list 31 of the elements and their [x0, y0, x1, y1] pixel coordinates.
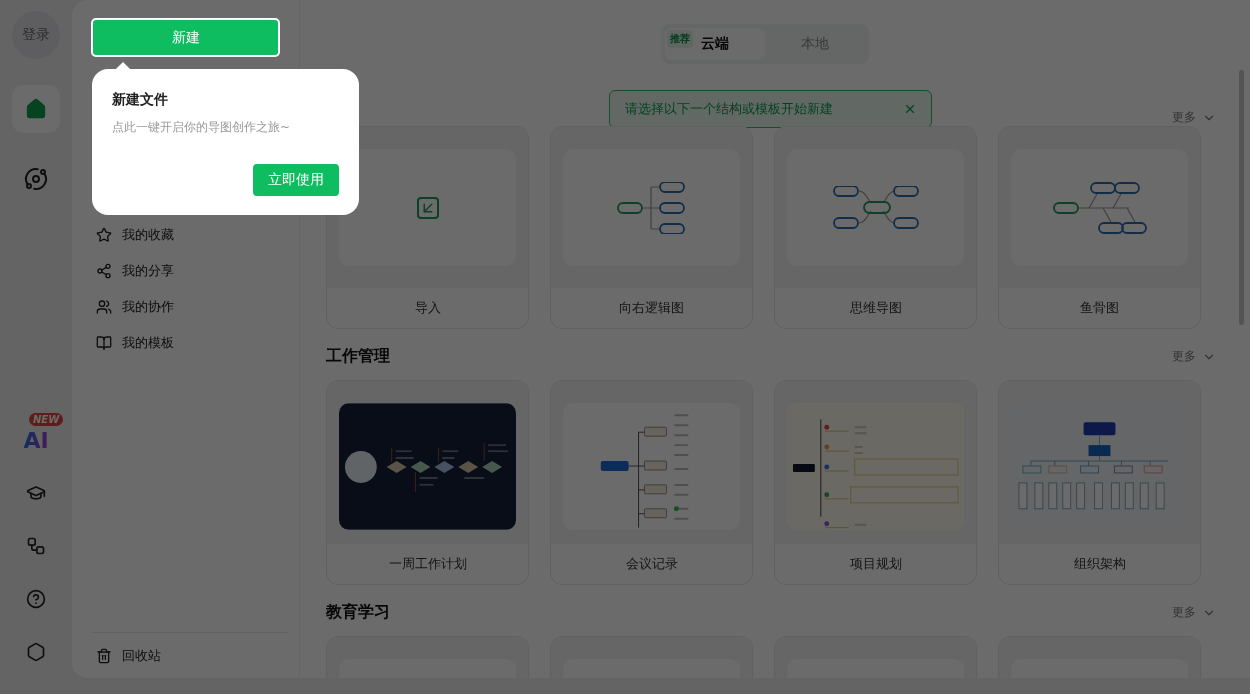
- sidebar-item[interactable]: 我的分享: [122, 262, 174, 280]
- card-label: 项目规划: [848, 555, 903, 573]
- template-card[interactable]: 向右逻辑图: [550, 126, 753, 329]
- recommend-badge: 推荐: [667, 30, 693, 48]
- card-label: 思维导图: [848, 299, 903, 317]
- sidebar-item[interactable]: 我的模板: [122, 334, 174, 352]
- section-title: 教育学习: [326, 602, 390, 623]
- storage-tab[interactable]: 推荐 云端: [665, 28, 765, 60]
- sidebar-item[interactable]: 我的收藏: [122, 226, 174, 244]
- card-label: 会议记录: [624, 555, 679, 573]
- template-card[interactable]: 项目规划: [774, 380, 977, 585]
- template-card[interactable]: 导入: [326, 126, 529, 329]
- template-card[interactable]: 组织架构: [998, 380, 1201, 585]
- new-button[interactable]: 新建: [91, 18, 280, 57]
- section-title: 工作管理: [326, 346, 390, 367]
- use-now-button[interactable]: 立即使用: [253, 164, 339, 196]
- more-dropdown[interactable]: 更多: [1172, 109, 1216, 128]
- template-card[interactable]: 鱼骨图: [998, 126, 1201, 329]
- card-label: 向右逻辑图: [618, 299, 685, 317]
- template-card[interactable]: 思维导图: [774, 126, 977, 329]
- popover-text: 点此一键开启你的导图创作之旅~: [112, 119, 292, 136]
- sidebar-item[interactable]: 我的协作: [122, 298, 174, 316]
- card-label: 鱼骨图: [1079, 299, 1120, 317]
- more-dropdown[interactable]: 更多: [1172, 348, 1216, 367]
- card-label: 导入: [413, 299, 442, 317]
- card-label: 组织架构: [1072, 555, 1127, 573]
- new-badge: NEW: [29, 413, 64, 426]
- more-dropdown[interactable]: 更多: [1172, 604, 1216, 623]
- trash-link[interactable]: 回收站: [122, 646, 161, 665]
- template-card[interactable]: 会议记录: [550, 380, 753, 585]
- popover-title: 新建文件: [112, 91, 169, 109]
